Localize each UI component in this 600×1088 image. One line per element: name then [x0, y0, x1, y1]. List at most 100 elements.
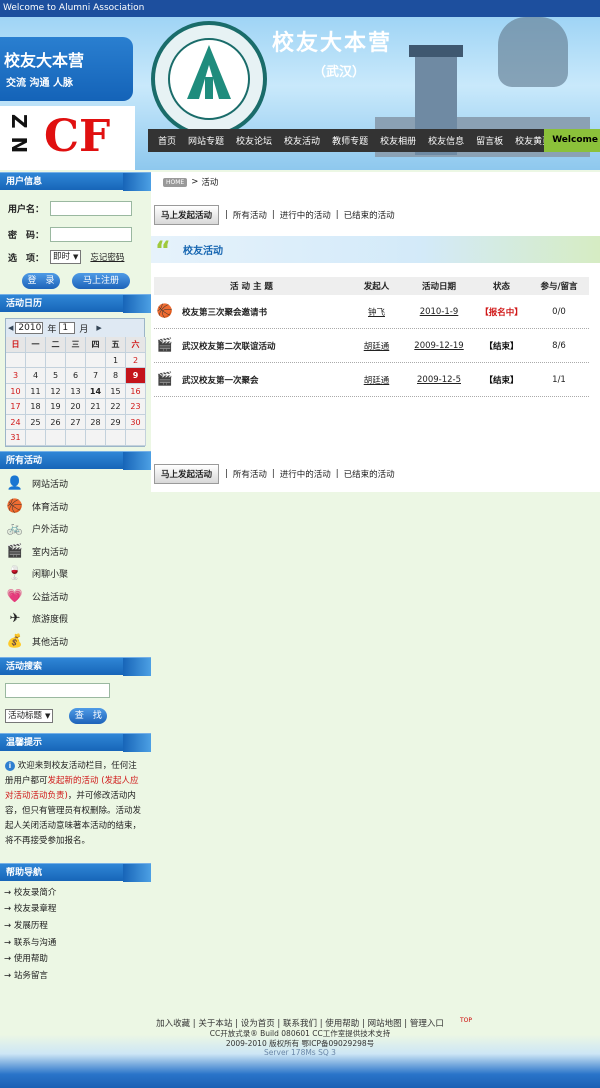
back-to-top-icon[interactable]: TOP [460, 1017, 472, 1024]
ongoing-activities-link[interactable]: 进行中的活动 [280, 209, 331, 221]
calendar-day[interactable]: 25 [26, 414, 46, 430]
date-link[interactable]: 2009-12-19 [404, 341, 474, 351]
calendar-day[interactable]: 26 [46, 414, 66, 430]
separator: | [225, 210, 228, 220]
help-link[interactable]: → 校友录章程 [4, 901, 151, 918]
logo-cf: CF [44, 111, 111, 162]
calendar-day[interactable]: 7 [86, 368, 106, 384]
calendar-day[interactable]: 14 [86, 383, 106, 399]
calendar-day[interactable]: 10 [6, 383, 26, 399]
calendar-day[interactable]: 19 [46, 399, 66, 415]
site-logo[interactable]: ZN CF [0, 106, 135, 170]
calendar-day[interactable]: 30 [126, 414, 146, 430]
help-link[interactable]: → 站务留言 [4, 968, 151, 985]
search-type-select[interactable]: 活动标题 ▼ [5, 708, 54, 723]
activity-title-link[interactable]: 武汉校友第二次联谊活动 [182, 340, 276, 352]
calendar-day[interactable]: 31 [6, 430, 26, 446]
date-link[interactable]: 2009-12-5 [404, 375, 474, 385]
calendar-day[interactable]: 9 [126, 368, 146, 384]
activity-category-4[interactable]: 🍷 闲聊小聚 [4, 563, 151, 586]
breadcrumb-home[interactable]: HOME [163, 177, 188, 187]
activity-category-5[interactable]: 💗 公益活动 [4, 585, 151, 608]
activity-category-0[interactable]: 👤 网站活动 [4, 473, 151, 496]
activity-category-1[interactable]: 🏀 体育活动 [4, 495, 151, 518]
help-link-label: 校友录章程 [13, 904, 57, 915]
ended-activities-link-bottom[interactable]: 已结束的活动 [344, 468, 395, 480]
calendar-day[interactable]: 29 [106, 414, 126, 430]
forgot-password-link[interactable]: 忘记密码 [90, 251, 124, 263]
prev-year-icon[interactable]: ◀ [8, 324, 13, 332]
owner-link[interactable]: 胡廷通 [349, 340, 404, 352]
register-button[interactable]: 马上注册 [72, 273, 130, 289]
all-activities-link[interactable]: 所有活动 [233, 209, 267, 221]
help-link[interactable]: → 使用帮助 [4, 951, 151, 968]
help-link-label: 校友录简介 [13, 887, 57, 898]
password-input[interactable] [50, 226, 132, 242]
calendar-day[interactable]: 21 [86, 399, 106, 415]
calendar-day[interactable]: 8 [106, 368, 126, 384]
calendar-day[interactable]: 3 [6, 368, 26, 384]
calendar-day[interactable]: 12 [46, 383, 66, 399]
calendar-day[interactable]: 18 [26, 399, 46, 415]
calendar-day[interactable]: 6 [66, 368, 86, 384]
notice-text: i 欢迎来到校友活动栏目，任何注册用户都可发起新的活动 (发起人应对活动活动负责… [0, 751, 151, 849]
person-icon: 👤 [6, 476, 24, 492]
date-link[interactable]: 2010-1-9 [404, 307, 474, 317]
nav-info[interactable]: 校友信息 [422, 134, 470, 147]
activity-category-2[interactable]: 🚲 户外活动 [4, 518, 151, 541]
next-month-icon[interactable]: ▶ [96, 324, 101, 332]
calendar-day[interactable]: 4 [26, 368, 46, 384]
calendar-day[interactable]: 17 [6, 399, 26, 415]
option-select[interactable]: 即时 ▼ [50, 250, 82, 264]
start-activity-button-bottom[interactable]: 马上发起活动 [154, 464, 220, 484]
username-input[interactable] [50, 200, 132, 216]
calendar-day[interactable]: 20 [66, 399, 86, 415]
table-header: 活 动 主 题 发起人 活动日期 状态 参与/留言 [154, 277, 589, 295]
option-select-value: 即时 [53, 252, 71, 262]
nav-home[interactable]: 首页 [152, 134, 182, 147]
activity-title-link[interactable]: 武汉校友第一次聚会 [182, 374, 259, 386]
activity-category-label: 其他活动 [32, 637, 69, 648]
calendar-day[interactable]: 2 [126, 352, 146, 368]
activity-category-6[interactable]: ✈ 旅游度假 [4, 608, 151, 631]
calendar-day[interactable]: 1 [106, 352, 126, 368]
owner-link[interactable]: 钟飞 [349, 306, 404, 318]
start-activity-button[interactable]: 马上发起活动 [154, 205, 220, 225]
calendar-day [126, 430, 146, 446]
activity-category-3[interactable]: 🎬 室内活动 [4, 540, 151, 563]
activity-search-input[interactable] [5, 682, 110, 698]
calendar-day[interactable]: 15 [106, 383, 126, 399]
month-input[interactable]: 1 [59, 322, 76, 334]
nav-guestbook[interactable]: 留言板 [470, 134, 509, 147]
calendar-day[interactable]: 11 [26, 383, 46, 399]
help-link-label: 发展历程 [13, 920, 48, 931]
activity-title-link[interactable]: 校友第三次聚会邀请书 [182, 306, 267, 318]
calendar-day[interactable]: 5 [46, 368, 66, 384]
table-body: 🏀 校友第三次聚会邀请书 钟飞 2010-1-9 【报名中】 0/0 🎬 武汉校友第二次联谊活… [154, 295, 589, 397]
calendar-day[interactable]: 16 [126, 383, 146, 399]
calendar-day[interactable]: 13 [66, 383, 86, 399]
help-link[interactable]: → 校友录简介 [4, 885, 151, 902]
nav-activities[interactable]: 校友活动 [278, 134, 326, 147]
activity-category-7[interactable]: 💰 其他活动 [4, 630, 151, 653]
help-link[interactable]: → 发展历程 [4, 918, 151, 935]
chevron-down-icon: ▼ [45, 711, 51, 720]
year-input[interactable]: 2010 [15, 322, 44, 334]
nav-teachers[interactable]: 教师专题 [326, 134, 374, 147]
calendar-day[interactable]: 27 [66, 414, 86, 430]
help-link[interactable]: → 联系与沟通 [4, 935, 151, 952]
calendar-day[interactable]: 22 [106, 399, 126, 415]
nav-album[interactable]: 校友相册 [374, 134, 422, 147]
owner-link[interactable]: 胡廷通 [349, 374, 404, 386]
login-button[interactable]: 登 录 [22, 273, 60, 289]
nav-forum[interactable]: 校友论坛 [230, 134, 278, 147]
search-button[interactable]: 查 找 [69, 707, 108, 724]
calendar-day[interactable]: 24 [6, 414, 26, 430]
calendar-day[interactable]: 28 [86, 414, 106, 430]
ended-activities-link[interactable]: 已结束的活动 [344, 209, 395, 221]
calendar-day [46, 352, 66, 368]
nav-topics[interactable]: 网站专题 [182, 134, 230, 147]
ongoing-activities-link-bottom[interactable]: 进行中的活动 [280, 468, 331, 480]
calendar-day[interactable]: 23 [126, 399, 146, 415]
all-activities-link-bottom[interactable]: 所有活动 [233, 468, 267, 480]
